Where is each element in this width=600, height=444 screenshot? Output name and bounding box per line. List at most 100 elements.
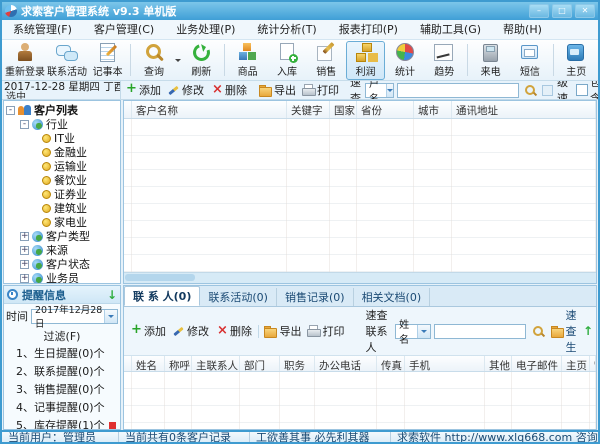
reminder-item-sales[interactable]: 3、销售提醒(0)个 (4, 381, 120, 399)
delete-contact-button[interactable]: 删除 (215, 323, 252, 339)
minimize-button[interactable]: – (529, 4, 549, 18)
col-keyword[interactable]: 关键字 (287, 101, 330, 118)
tree-item-construction[interactable]: 建筑业 (42, 201, 120, 215)
col-other[interactable]: 其他 (485, 356, 512, 371)
add-contact-button[interactable]: 添加 (129, 323, 166, 339)
query-dropdown-arrow-icon[interactable] (174, 56, 182, 65)
quick-search-field-select[interactable]: 客户名称 (365, 83, 394, 98)
refresh-button[interactable]: 刷新 (182, 41, 221, 80)
relogin-button[interactable]: 重新登录 (4, 41, 46, 80)
menu-business[interactable]: 业务处理(P) (165, 20, 246, 39)
contact-table-body[interactable] (124, 372, 596, 429)
birthday-folder-icon[interactable] (551, 325, 564, 337)
col-city[interactable]: 城市 (414, 101, 452, 118)
col-department[interactable]: 部门 (240, 356, 280, 371)
quick-search-go-icon[interactable] (524, 84, 537, 96)
expand-box-icon[interactable]: + (20, 274, 29, 283)
expand-box-icon[interactable]: + (20, 260, 29, 269)
col-office-phone[interactable]: 办公电话 (315, 356, 377, 371)
col-province[interactable]: 省份 (357, 101, 414, 118)
notepad-button[interactable]: 记事本 (88, 41, 127, 80)
add-customer-button[interactable]: 添加 (124, 82, 161, 98)
tab-related-docs[interactable]: 相关文档(0) (354, 288, 431, 306)
scroll-top-icon[interactable]: ↑ (583, 324, 593, 338)
maximize-button[interactable]: □ (552, 4, 572, 18)
profit-button[interactable]: 利润 (346, 41, 385, 80)
menu-tools[interactable]: 辅助工具(G) (409, 20, 492, 39)
export-contact-button[interactable]: 导出 (264, 323, 301, 339)
filter-button[interactable]: 过滤(F) (4, 328, 120, 345)
homepage-button[interactable]: 主页 (557, 41, 596, 80)
tree-item-it[interactable]: IT业 (42, 131, 120, 145)
menu-customer[interactable]: 客户管理(C) (83, 20, 165, 39)
tree-item-finance[interactable]: 金融业 (42, 145, 120, 159)
sales-button[interactable]: 销售 (307, 41, 346, 80)
sms-button[interactable]: 短信 (510, 41, 549, 80)
tree-item-industry[interactable]: - 行业 (20, 117, 120, 131)
delete-customer-button[interactable]: 删除 (210, 82, 247, 98)
tree-item-salesperson[interactable]: + 业务员 (20, 271, 120, 284)
print-button[interactable]: 打印 (302, 82, 339, 98)
tree-item-customer-type[interactable]: + 客户类型 (20, 229, 120, 243)
quick-search-input[interactable] (397, 83, 519, 98)
stock-in-button[interactable]: 入库 (267, 41, 306, 80)
col-fax[interactable]: 传真 (377, 356, 405, 371)
col-homepage[interactable]: 主页 (562, 356, 590, 371)
col-salutation[interactable]: 称呼 (165, 356, 192, 371)
horizontal-scrollbar[interactable] (124, 272, 596, 283)
trend-button[interactable]: 趋势 (425, 41, 464, 80)
customer-table-header: 客户名称 关键字 国家 省份 城市 通讯地址 (124, 101, 596, 119)
tree-item-appliance[interactable]: 家电业 (42, 215, 120, 229)
col-name[interactable]: 姓名 (132, 356, 165, 371)
menu-report-print[interactable]: 报表打印(P) (328, 20, 409, 39)
col-position[interactable]: 职务 (280, 356, 315, 371)
contact-search-field-select[interactable]: 姓名 (395, 324, 430, 339)
col-main-contact[interactable]: 主联系人 (192, 356, 240, 371)
expand-box-icon[interactable]: + (20, 232, 29, 241)
edit-customer-button[interactable]: 修改 (167, 82, 204, 98)
export-button[interactable]: 导出 (259, 82, 296, 98)
goods-button[interactable]: 商品 (228, 41, 267, 80)
reminder-item-birthday[interactable]: 1、生日提醒(0)个 (4, 345, 120, 363)
advanced-search-link[interactable]: 高级速查 (557, 81, 568, 100)
col-country[interactable]: 国家 (330, 101, 357, 118)
tab-contact-activity[interactable]: 联系活动(0) (200, 288, 277, 306)
contain-checkbox[interactable] (576, 84, 588, 96)
col-mobile[interactable]: 手机 (405, 356, 485, 371)
reminder-date-select[interactable]: 2017年12月28日 (31, 309, 118, 324)
customer-table-body[interactable] (124, 119, 596, 272)
menu-system[interactable]: 系统管理(F) (2, 20, 83, 39)
col-address[interactable]: 通讯地址 (452, 101, 596, 118)
tree-item-customer-list[interactable]: - 客户列表 (6, 103, 120, 117)
incoming-call-button[interactable]: 来电 (471, 41, 510, 80)
reminder-item-stock[interactable]: 5、库存提醒(1)个 (4, 417, 120, 430)
tab-contacts[interactable]: 联 系 人(0) (124, 286, 200, 306)
expand-box-icon[interactable]: + (20, 246, 29, 255)
reminder-item-note[interactable]: 4、记事提醒(0)个 (4, 399, 120, 417)
query-button[interactable]: 查询 (134, 41, 173, 80)
collapse-arrow-icon[interactable]: ↓ (107, 288, 117, 302)
col-customer-name[interactable]: 客户名称 (132, 101, 287, 118)
contact-search-go-icon[interactable] (532, 325, 545, 337)
print-contact-button[interactable]: 打印 (307, 323, 344, 339)
tree-item-securities[interactable]: 证券业 (42, 187, 120, 201)
tree-item-customer-status[interactable]: + 客户状态 (20, 257, 120, 271)
menu-statistics[interactable]: 统计分析(T) (246, 20, 327, 39)
secondary-search-icon[interactable] (541, 84, 554, 96)
tab-sales-records[interactable]: 销售记录(0) (277, 288, 354, 306)
contact-activity-button[interactable]: 联系活动 (46, 41, 88, 80)
col-qq[interactable]: QQ (590, 356, 596, 371)
reminder-item-contact[interactable]: 2、联系提醒(0)个 (4, 363, 120, 381)
statistics-button[interactable]: 统计 (385, 41, 424, 80)
collapse-box-icon[interactable]: - (6, 106, 15, 115)
tree-item-source[interactable]: + 来源 (20, 243, 120, 257)
edit-contact-button[interactable]: 修改 (172, 323, 209, 339)
close-button[interactable]: ✕ (575, 4, 595, 18)
collapse-box-icon[interactable]: - (20, 120, 29, 129)
col-email[interactable]: 电子邮件 (512, 356, 562, 371)
tree-item-catering[interactable]: 餐饮业 (42, 173, 120, 187)
menu-help[interactable]: 帮助(H) (492, 20, 553, 39)
tree-item-transport[interactable]: 运输业 (42, 159, 120, 173)
contact-search-input[interactable] (434, 324, 526, 339)
quick-birthday-link[interactable]: 速查生 (566, 307, 581, 355)
